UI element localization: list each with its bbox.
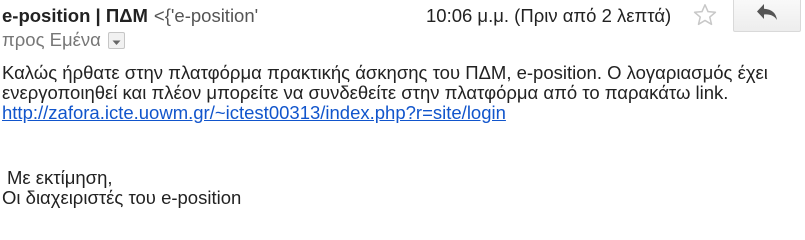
star-icon[interactable]	[692, 2, 718, 28]
reply-icon	[755, 2, 779, 27]
reply-button[interactable]	[733, 0, 801, 32]
signature-name: Οι διαχειριστές του e-position	[2, 187, 242, 208]
message-body: Καλώς ήρθατε στην πλατφόρμα πρακτικής άσ…	[2, 63, 802, 123]
recipient-row: προς Εμένα	[2, 29, 125, 51]
recipient-label: προς Εμένα	[2, 29, 101, 50]
message-date: 10:06 μ.μ. (Πριν από 2 λεπτά)	[426, 5, 672, 26]
signature-greeting: Με εκτίμηση,	[7, 167, 113, 188]
sender-name[interactable]: e-position | ΠΔΜ	[2, 5, 148, 26]
signature: Με εκτίμηση, Οι διαχειριστές του e-posit…	[2, 168, 241, 208]
body-paragraph: Καλώς ήρθατε στην πλατφόρμα πρακτικής άσ…	[2, 62, 768, 103]
sender: e-position | ΠΔΜ <{'e-position'	[2, 5, 258, 27]
show-details-button[interactable]	[107, 29, 125, 51]
login-link[interactable]: http://zafora.icte.uowm.gr/~ictest00313/…	[2, 102, 506, 123]
sender-email: <{'e-position'	[153, 5, 259, 26]
chevron-down-icon	[112, 29, 121, 51]
